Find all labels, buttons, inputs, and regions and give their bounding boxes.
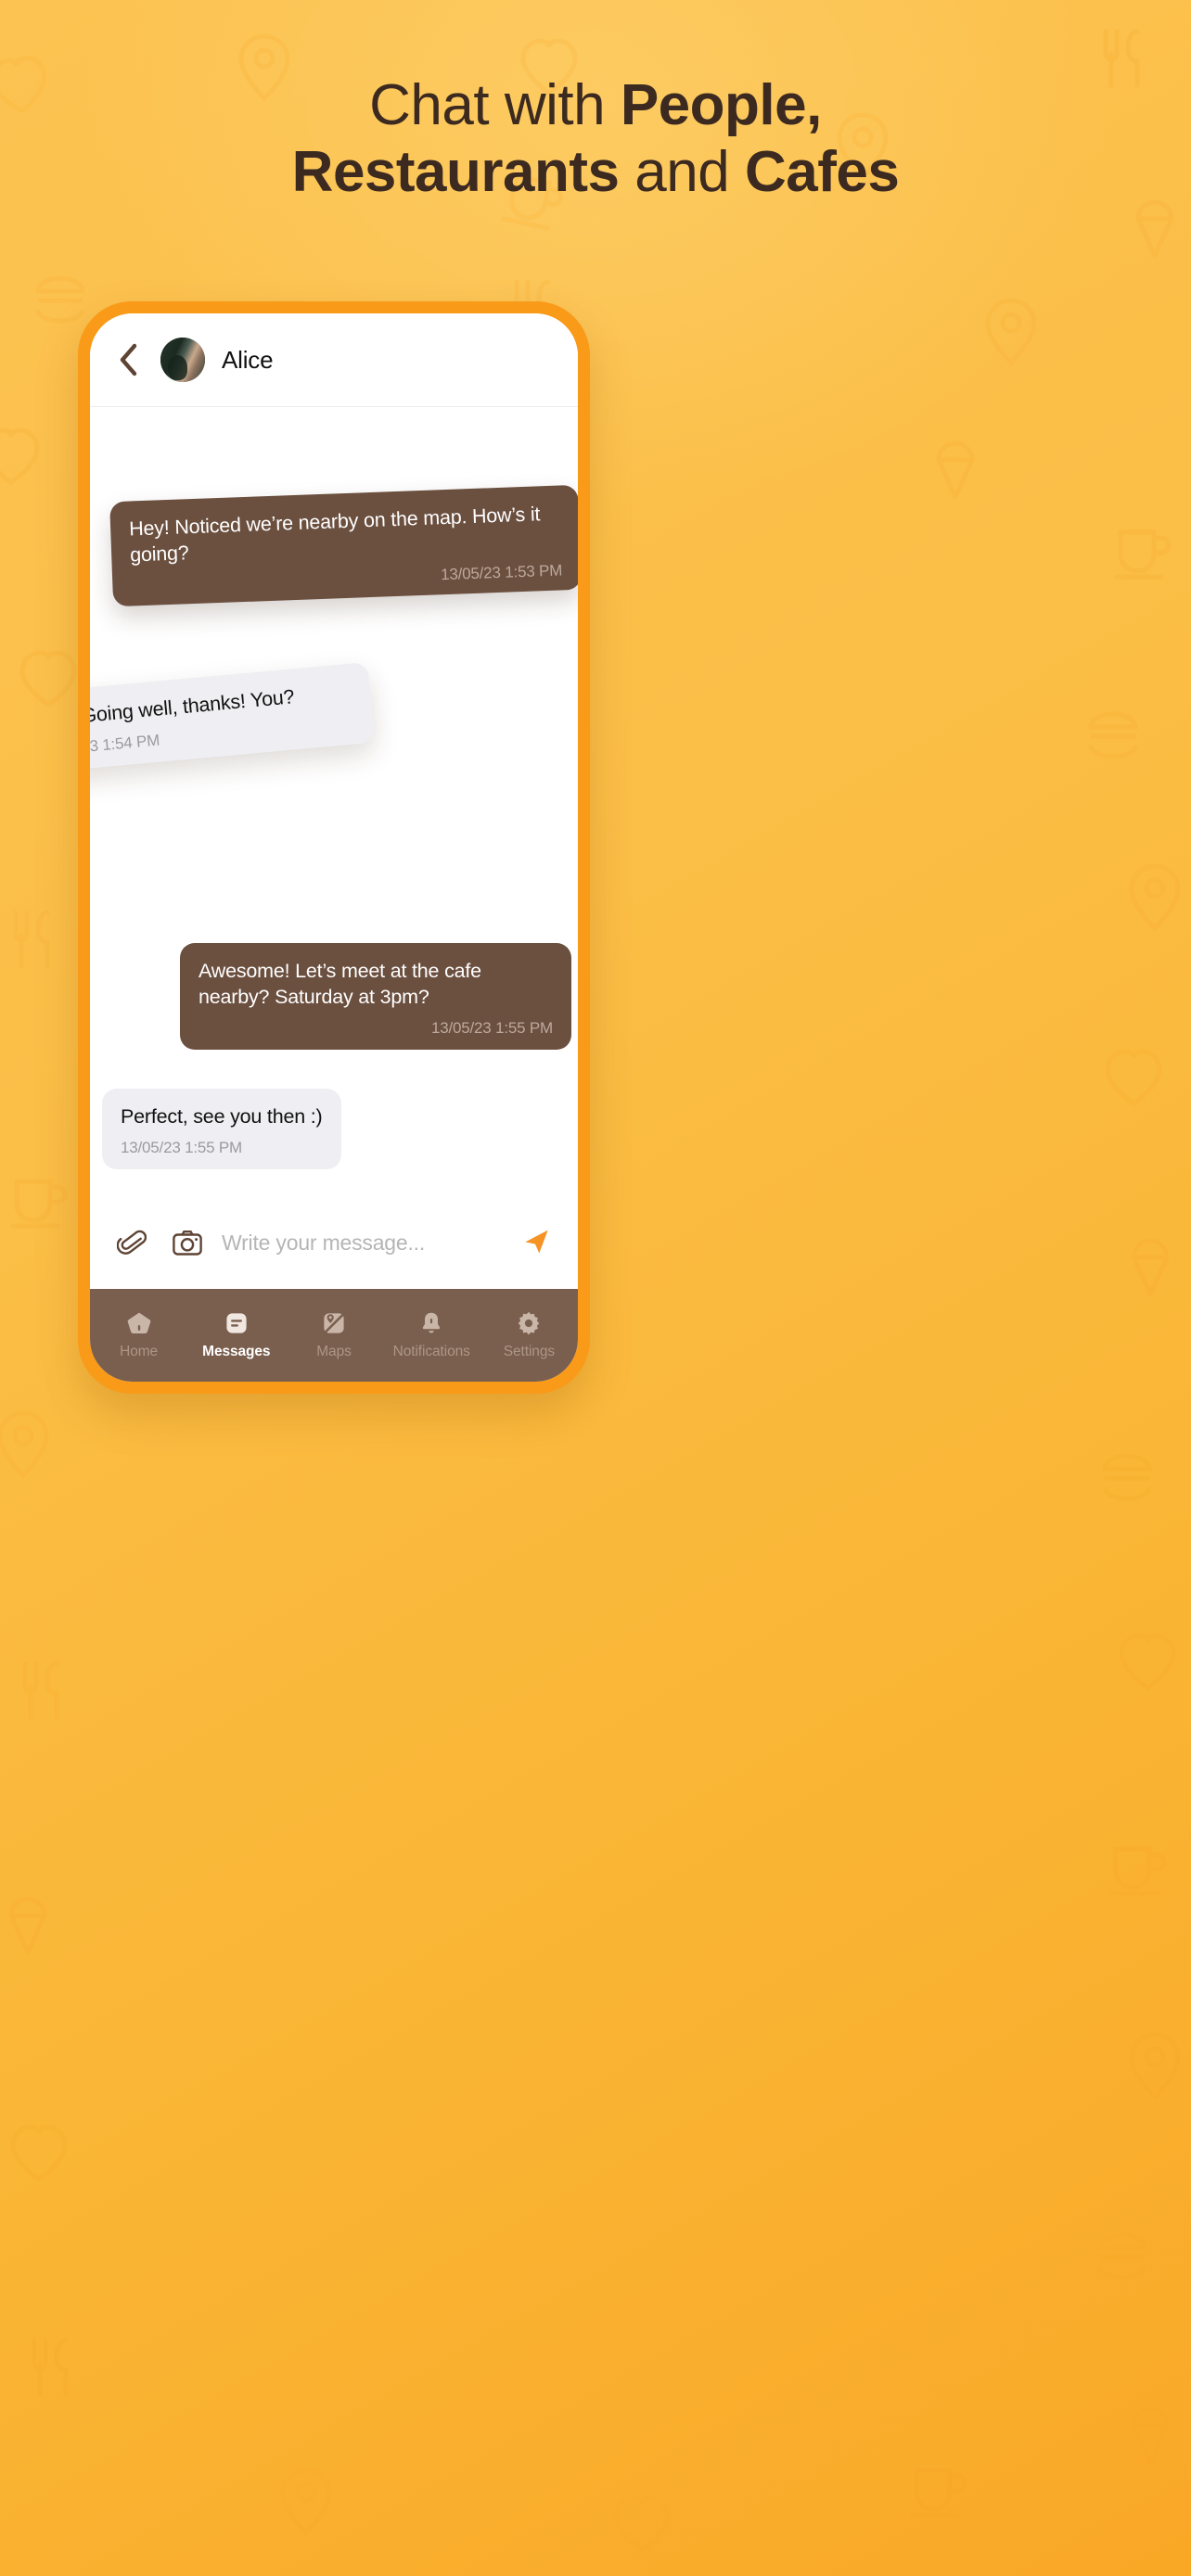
back-button[interactable]: [109, 340, 147, 379]
bottom-navigation: Home Messages Maps Notifications Setting…: [90, 1289, 578, 1382]
message-input[interactable]: Write your message...: [222, 1231, 515, 1256]
attach-button[interactable]: [110, 1221, 153, 1264]
hero-line-2: Restaurants and Cafes: [0, 139, 1191, 206]
hero-line2-bold-b: Cafes: [744, 139, 900, 204]
message-timestamp: 13/05/23 1:55 PM: [430, 1018, 553, 1037]
hero-line2-bold-a: Restaurants: [291, 139, 620, 204]
hero-line-1: Chat with People,: [0, 72, 1191, 139]
message-text: Hey! Noticed we’re nearby on the map. Ho…: [128, 503, 541, 567]
message-timestamp: 13/05/23 1:53 PM: [440, 561, 563, 584]
paperclip-icon: [117, 1230, 147, 1255]
message-list[interactable]: Hey! Noticed we’re nearby on the map. Ho…: [90, 407, 578, 1196]
home-icon: [127, 1312, 150, 1333]
phone-screen: Alice Hey! Noticed we’re nearby on the m…: [90, 313, 578, 1382]
nav-item-messages[interactable]: Messages: [187, 1311, 285, 1360]
messages-icon: [226, 1312, 247, 1333]
camera-icon: [173, 1231, 202, 1256]
nav-item-notifications[interactable]: Notifications: [383, 1311, 480, 1360]
settings-icon: [519, 1311, 540, 1334]
send-button[interactable]: [515, 1221, 557, 1264]
message-bubble-incoming[interactable]: Perfect, see you then :) 13/05/23 1:55 P…: [102, 1089, 341, 1169]
nav-label: Settings: [503, 1343, 556, 1359]
message-input-bar: Write your message...: [90, 1196, 578, 1289]
chat-title: Alice: [222, 345, 274, 374]
nav-item-settings[interactable]: Settings: [480, 1311, 578, 1360]
camera-button[interactable]: [166, 1221, 209, 1264]
message-bubble-incoming[interactable]: Hey! Going well, thanks! You? 13/05/23 1…: [90, 661, 376, 775]
maps-icon: [323, 1311, 345, 1334]
chat-header: Alice: [90, 313, 578, 407]
phone-mockup: Alice Hey! Noticed we’re nearby on the m…: [78, 301, 590, 1394]
hero-line1-bold: People,: [620, 73, 823, 137]
hero-heading: Chat with People, Restaurants and Cafes: [0, 72, 1191, 206]
nav-label: Notifications: [392, 1343, 470, 1359]
message-timestamp: 13/05/23 1:55 PM: [121, 1138, 243, 1156]
send-icon: [525, 1230, 548, 1254]
nav-label: Home: [120, 1343, 159, 1359]
nav-label: Maps: [316, 1343, 352, 1359]
message-text: Perfect, see you then :): [121, 1105, 323, 1128]
hero-line2-light: and: [619, 139, 745, 204]
nav-label: Messages: [202, 1343, 271, 1359]
message-text: Awesome! Let’s meet at the cafe nearby? …: [198, 960, 481, 1008]
hero-line1-light: Chat with: [369, 73, 621, 137]
notifications-icon: [423, 1312, 441, 1333]
nav-item-home[interactable]: Home: [90, 1311, 187, 1360]
avatar[interactable]: [160, 338, 205, 382]
message-bubble-outgoing[interactable]: Awesome! Let’s meet at the cafe nearby? …: [180, 943, 571, 1050]
nav-item-maps[interactable]: Maps: [285, 1311, 382, 1360]
chevron-left-icon: [120, 343, 137, 376]
message-bubble-outgoing[interactable]: Hey! Noticed we’re nearby on the map. Ho…: [109, 484, 578, 607]
